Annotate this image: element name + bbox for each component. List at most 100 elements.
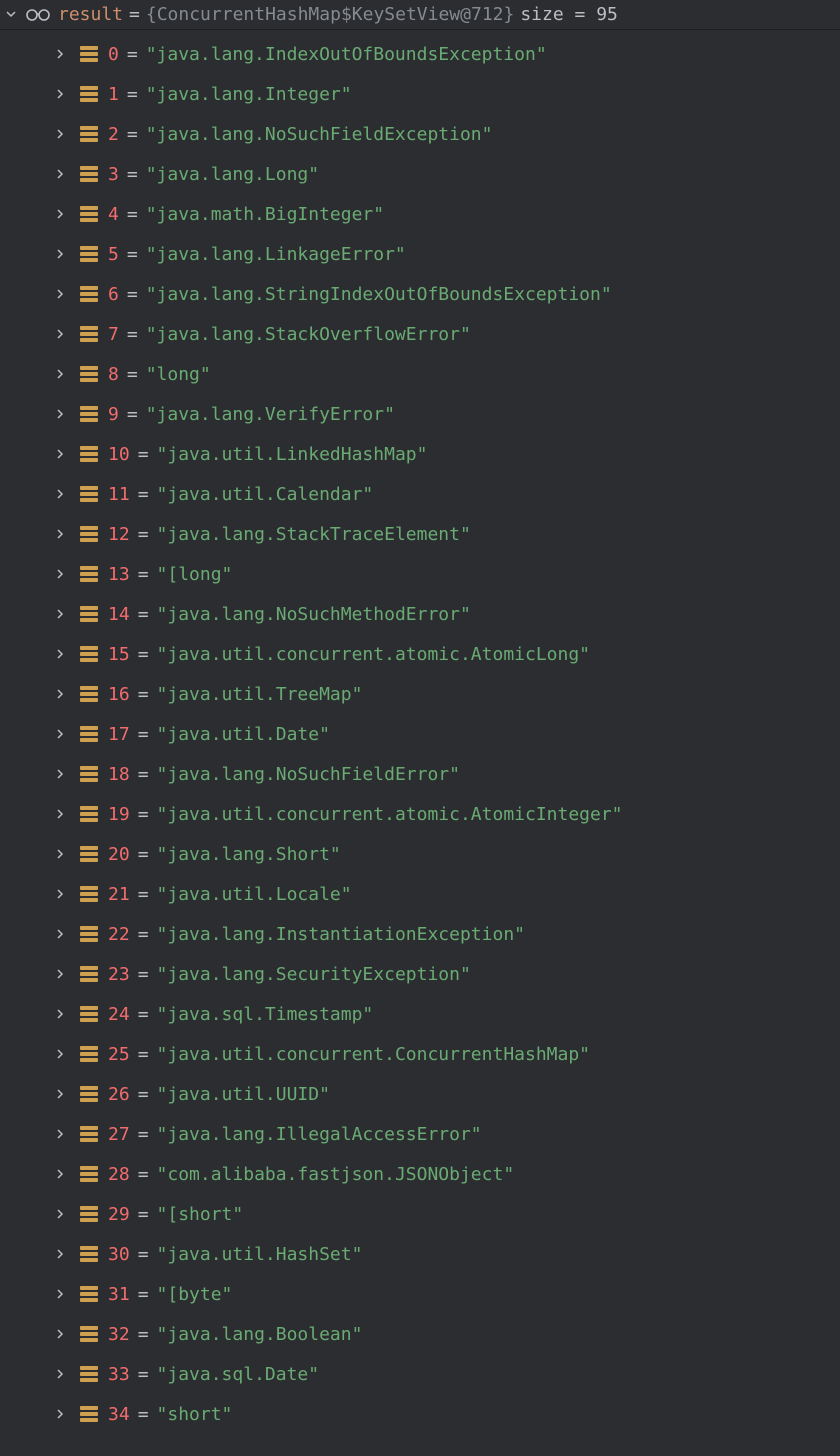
list-item[interactable]: 17="java.util.Date" — [0, 714, 840, 754]
array-element-icon — [80, 1406, 98, 1422]
list-item[interactable]: 19="java.util.concurrent.atomic.AtomicIn… — [0, 794, 840, 834]
equals-sign: = — [138, 644, 149, 665]
list-item[interactable]: 2="java.lang.NoSuchFieldException" — [0, 114, 840, 154]
chevron-right-icon[interactable] — [50, 569, 70, 579]
chevron-right-icon[interactable] — [50, 1049, 70, 1059]
chevron-right-icon[interactable] — [50, 529, 70, 539]
entry-value: "java.sql.Timestamp" — [157, 1004, 374, 1025]
entry-index: 4 — [108, 204, 119, 225]
chevron-right-icon[interactable] — [50, 649, 70, 659]
entry-index: 12 — [108, 524, 130, 545]
chevron-right-icon[interactable] — [50, 1129, 70, 1139]
list-item[interactable]: 26="java.util.UUID" — [0, 1074, 840, 1114]
chevron-right-icon[interactable] — [50, 289, 70, 299]
list-item[interactable]: 11="java.util.Calendar" — [0, 474, 840, 514]
chevron-right-icon[interactable] — [50, 1089, 70, 1099]
chevron-down-icon[interactable] — [2, 9, 20, 19]
chevron-right-icon[interactable] — [50, 49, 70, 59]
chevron-right-icon[interactable] — [50, 929, 70, 939]
list-item[interactable]: 1="java.lang.Integer" — [0, 74, 840, 114]
list-item[interactable]: 33="java.sql.Date" — [0, 1354, 840, 1394]
equals-sign: = — [138, 1164, 149, 1185]
chevron-right-icon[interactable] — [50, 89, 70, 99]
list-item[interactable]: 30="java.util.HashSet" — [0, 1234, 840, 1274]
chevron-right-icon[interactable] — [50, 1289, 70, 1299]
equals-sign: = — [127, 244, 138, 265]
equals-sign: = — [138, 484, 149, 505]
chevron-right-icon[interactable] — [50, 769, 70, 779]
chevron-right-icon[interactable] — [50, 489, 70, 499]
entry-value: "[byte" — [157, 1284, 233, 1305]
chevron-right-icon[interactable] — [50, 849, 70, 859]
equals-sign: = — [138, 604, 149, 625]
list-item[interactable]: 16="java.util.TreeMap" — [0, 674, 840, 714]
array-element-icon — [80, 126, 98, 142]
list-item[interactable]: 4="java.math.BigInteger" — [0, 194, 840, 234]
entry-value: "java.util.Locale" — [157, 884, 352, 905]
entry-index: 22 — [108, 924, 130, 945]
entry-index: 1 — [108, 84, 119, 105]
list-item[interactable]: 7="java.lang.StackOverflowError" — [0, 314, 840, 354]
chevron-right-icon[interactable] — [50, 449, 70, 459]
chevron-right-icon[interactable] — [50, 1169, 70, 1179]
list-item[interactable]: 28="com.alibaba.fastjson.JSONObject" — [0, 1154, 840, 1194]
chevron-right-icon[interactable] — [50, 1329, 70, 1339]
list-item[interactable]: 3="java.lang.Long" — [0, 154, 840, 194]
entry-index: 29 — [108, 1204, 130, 1225]
chevron-right-icon[interactable] — [50, 329, 70, 339]
list-item[interactable]: 9="java.lang.VerifyError" — [0, 394, 840, 434]
list-item[interactable]: 8="long" — [0, 354, 840, 394]
list-item[interactable]: 12="java.lang.StackTraceElement" — [0, 514, 840, 554]
list-item[interactable]: 10="java.util.LinkedHashMap" — [0, 434, 840, 474]
list-item[interactable]: 18="java.lang.NoSuchFieldError" — [0, 754, 840, 794]
chevron-right-icon[interactable] — [50, 689, 70, 699]
list-item[interactable]: 21="java.util.Locale" — [0, 874, 840, 914]
list-item[interactable]: 0="java.lang.IndexOutOfBoundsException" — [0, 34, 840, 74]
list-item[interactable]: 24="java.sql.Timestamp" — [0, 994, 840, 1034]
list-item[interactable]: 27="java.lang.IllegalAccessError" — [0, 1114, 840, 1154]
list-item[interactable]: 25="java.util.concurrent.ConcurrentHashM… — [0, 1034, 840, 1074]
chevron-right-icon[interactable] — [50, 1209, 70, 1219]
list-item[interactable]: 5="java.lang.LinkageError" — [0, 234, 840, 274]
chevron-right-icon[interactable] — [50, 1369, 70, 1379]
equals-sign: = — [127, 124, 138, 145]
entry-value: "long" — [146, 364, 211, 385]
chevron-right-icon[interactable] — [50, 809, 70, 819]
chevron-right-icon[interactable] — [50, 609, 70, 619]
list-item[interactable]: 31="[byte" — [0, 1274, 840, 1314]
entry-index: 9 — [108, 404, 119, 425]
entries-list: 0="java.lang.IndexOutOfBoundsException"1… — [0, 30, 840, 1434]
chevron-right-icon[interactable] — [50, 409, 70, 419]
array-element-icon — [80, 1366, 98, 1382]
entry-value: "java.lang.NoSuchFieldException" — [146, 124, 493, 145]
chevron-right-icon[interactable] — [50, 889, 70, 899]
entry-index: 14 — [108, 604, 130, 625]
chevron-right-icon[interactable] — [50, 1409, 70, 1419]
list-item[interactable]: 23="java.lang.SecurityException" — [0, 954, 840, 994]
list-item[interactable]: 32="java.lang.Boolean" — [0, 1314, 840, 1354]
list-item[interactable]: 15="java.util.concurrent.atomic.AtomicLo… — [0, 634, 840, 674]
chevron-right-icon[interactable] — [50, 1009, 70, 1019]
variable-type-ref: {ConcurrentHashMap$KeySetView@712} — [146, 4, 514, 25]
variable-root-row[interactable]: result = {ConcurrentHashMap$KeySetView@7… — [0, 0, 840, 30]
list-item[interactable]: 29="[short" — [0, 1194, 840, 1234]
chevron-right-icon[interactable] — [50, 969, 70, 979]
chevron-right-icon[interactable] — [50, 169, 70, 179]
entry-value: "java.lang.NoSuchFieldError" — [157, 764, 460, 785]
entry-index: 21 — [108, 884, 130, 905]
list-item[interactable]: 34="short" — [0, 1394, 840, 1434]
chevron-right-icon[interactable] — [50, 369, 70, 379]
chevron-right-icon[interactable] — [50, 209, 70, 219]
chevron-right-icon[interactable] — [50, 129, 70, 139]
entry-index: 16 — [108, 684, 130, 705]
array-element-icon — [80, 1166, 98, 1182]
chevron-right-icon[interactable] — [50, 729, 70, 739]
list-item[interactable]: 20="java.lang.Short" — [0, 834, 840, 874]
list-item[interactable]: 14="java.lang.NoSuchMethodError" — [0, 594, 840, 634]
list-item[interactable]: 6="java.lang.StringIndexOutOfBoundsExcep… — [0, 274, 840, 314]
list-item[interactable]: 13="[long" — [0, 554, 840, 594]
chevron-right-icon[interactable] — [50, 249, 70, 259]
list-item[interactable]: 22="java.lang.InstantiationException" — [0, 914, 840, 954]
chevron-right-icon[interactable] — [50, 1249, 70, 1259]
equals-sign: = — [138, 1364, 149, 1385]
